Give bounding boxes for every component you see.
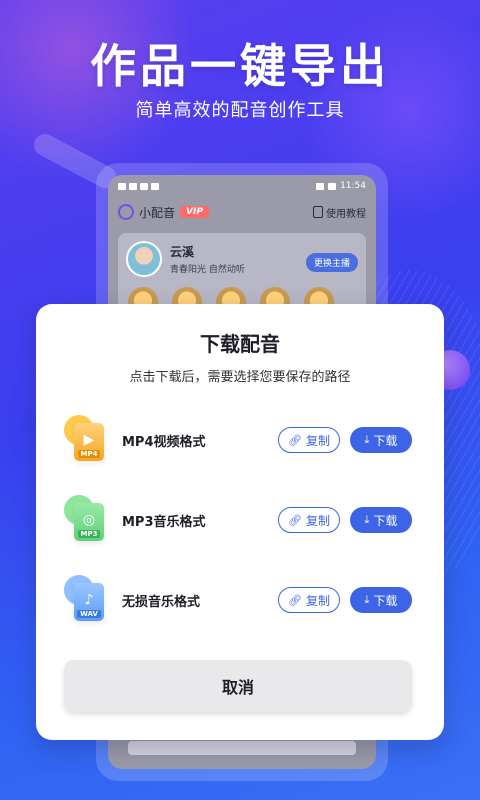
link-icon: 🔗︎ [288, 593, 302, 607]
document-icon [313, 206, 323, 218]
link-icon: 🔗︎ [288, 513, 302, 527]
app-name: 小配音 [139, 205, 176, 220]
copy-button[interactable]: 🔗︎ 复制 [278, 507, 340, 533]
anchor-avatar [126, 241, 162, 277]
format-tag: MP4 [77, 450, 101, 458]
vip-badge[interactable]: VIP [180, 206, 209, 218]
format-tag: MP3 [77, 530, 101, 538]
format-row-mp4: ▶ MP4 MP4视频格式 🔗︎ 复制 ⤓ 下载 [64, 412, 412, 468]
battery-icon [328, 182, 337, 190]
hero-subtitle: 简单高效的配音创作工具 [135, 100, 345, 121]
status-time: 11:54 [340, 181, 366, 191]
download-icon: ⤓ [364, 433, 370, 446]
format-tag: WAV [77, 610, 101, 618]
tutorial-link[interactable]: 使用教程 [313, 205, 366, 220]
download-icon: ⤓ [364, 513, 370, 526]
format-name: MP4视频格式 [122, 434, 206, 450]
anchor-name: 云溪 [170, 245, 195, 259]
format-name: MP3音乐格式 [122, 514, 206, 530]
format-row-mp3: ◎ MP3 MP3音乐格式 🔗︎ 复制 ⤓ 下载 [64, 492, 412, 548]
format-row-wav: ♪ WAV 无损音乐格式 🔗︎ 复制 ⤓ 下载 [64, 572, 412, 628]
nfc-icon [316, 182, 325, 190]
notification-icon [151, 182, 159, 190]
copy-button[interactable]: 🔗︎ 复制 [278, 587, 340, 613]
cancel-button[interactable]: 取消 [64, 660, 412, 712]
app-logo-icon [118, 204, 134, 220]
video-file-icon: ▶ MP4 [64, 415, 108, 465]
copy-button[interactable]: 🔗︎ 复制 [278, 427, 340, 453]
chat-icon [140, 182, 148, 190]
download-button[interactable]: ⤓ 下载 [350, 587, 412, 613]
hero-title: 作品一键导出 [90, 39, 390, 93]
app-header: 小配音 VIP 使用教程 [108, 197, 376, 227]
audio-file-icon: ♪ WAV [64, 575, 108, 625]
phone-bottom-bar [128, 741, 356, 755]
download-button[interactable]: ⤓ 下载 [350, 427, 412, 453]
signal-icon [118, 182, 126, 190]
dialog-description: 点击下载后，需要选择您要保存的路径 [129, 370, 351, 385]
download-icon: ⤓ [364, 593, 370, 606]
format-name: 无损音乐格式 [122, 594, 201, 610]
wifi-icon [129, 182, 137, 190]
link-icon: 🔗︎ [288, 433, 302, 447]
download-dialog: 下载配音 点击下载后，需要选择您要保存的路径 ▶ MP4 MP4视频格式 🔗︎ … [36, 304, 444, 740]
music-disc-icon: ◎ MP3 [64, 495, 108, 545]
anchor-tags: 青春阳光 自然动听 [170, 265, 245, 275]
dialog-title: 下载配音 [200, 332, 280, 356]
download-button[interactable]: ⤓ 下载 [350, 507, 412, 533]
tutorial-label: 使用教程 [326, 208, 366, 220]
status-bar: 11:54 [108, 175, 376, 197]
switch-anchor-button[interactable]: 更换主播 [305, 253, 358, 272]
